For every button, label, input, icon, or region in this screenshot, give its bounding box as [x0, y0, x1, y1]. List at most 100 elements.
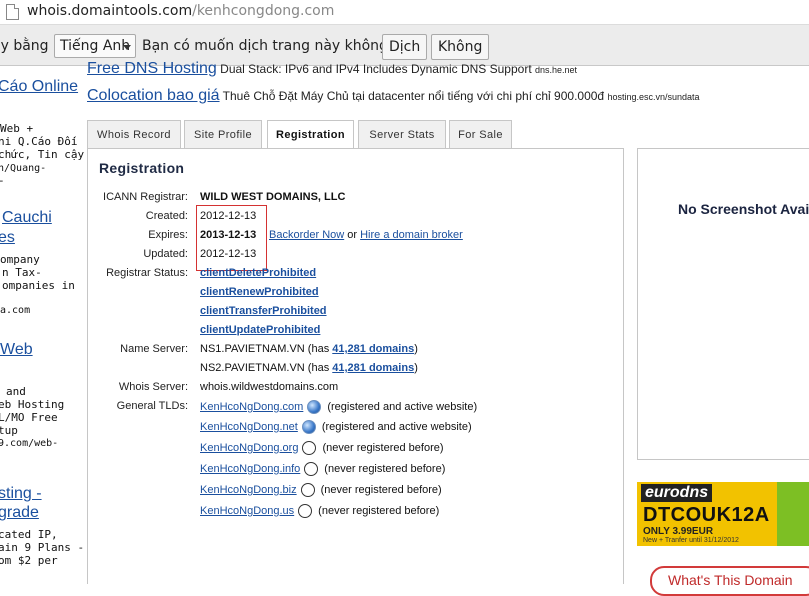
- top-ad-2: Colocation bao giá Thuê Chỗ Đặt Máy Chủ …: [87, 87, 700, 105]
- registration-heading: Registration: [99, 160, 185, 176]
- ad-text-1-1: ni Q.Cáo Đối: [0, 135, 78, 148]
- screenshot-box: No Screenshot Avai: [637, 148, 809, 460]
- url-path: /kenhcongdong.com: [192, 3, 335, 19]
- nameserver-pre: (has: [307, 362, 330, 374]
- ad-text-2-1: n Tax-: [2, 266, 42, 279]
- nameserver-post: ): [414, 362, 418, 374]
- language-label: Tiếng Anh: [60, 38, 131, 54]
- eurodns-banner[interactable]: eurodns DTCOUK12A ONLY 3.99EUR New + Tra…: [637, 482, 809, 546]
- url-text[interactable]: whois.domaintools.com/kenhcongdong.com: [27, 3, 334, 19]
- top-ad-1-link[interactable]: Free DNS Hosting: [87, 60, 217, 77]
- expires-actions: Backorder Now or Hire a domain broker: [269, 229, 463, 241]
- circle-icon: [304, 462, 319, 476]
- status-3: clientUpdateProhibited: [200, 324, 320, 336]
- ad-link-2b[interactable]: es: [0, 229, 15, 247]
- top-ad-2-link[interactable]: Colocation bao giá: [87, 87, 220, 104]
- ad-text-2-2: ompanies in: [2, 279, 75, 292]
- tld-row: KenHcoNgDong.com (registered and active w…: [200, 400, 477, 414]
- label-nameserver: Name Server:: [120, 343, 188, 355]
- globe-icon: [301, 420, 316, 434]
- banner-price: ONLY 3.99EUR: [643, 526, 714, 537]
- status-link[interactable]: clientUpdateProhibited: [200, 324, 320, 336]
- label-general-tlds: General TLDs:: [116, 400, 188, 412]
- language-select[interactable]: Tiếng Anh: [54, 34, 136, 58]
- status-0: clientDeleteProhibited: [200, 267, 316, 279]
- ad-text-3-2: L/MO Free: [0, 411, 58, 424]
- registrar-value: WILD WEST DOMAINS, LLC: [200, 191, 346, 203]
- top-ad-2-desc: Thuê Chỗ Đặt Máy Chủ tại datacenter nổi …: [222, 89, 605, 103]
- tab-registration[interactable]: Registration: [267, 120, 354, 150]
- ad-link-4a[interactable]: sting -: [0, 485, 42, 503]
- translate-question: Bạn có muốn dịch trang này không?: [142, 38, 396, 54]
- label-expires: Expires:: [148, 229, 188, 241]
- tab-whois-record[interactable]: Whois Record: [87, 120, 181, 148]
- status-1: clientRenewProhibited: [200, 286, 319, 298]
- tld-note: (registered and active website): [327, 400, 478, 413]
- ad-link-1[interactable]: Cáo Online: [0, 78, 78, 96]
- nameserver-count-link[interactable]: 41,281 domains: [332, 343, 414, 355]
- nameserver-2: NS2.PAVIETNAM.VN (has 41,281 domains): [200, 362, 418, 374]
- tld-link[interactable]: KenHcoNgDong.org: [200, 442, 298, 454]
- ad-text-2-0: ompany: [0, 253, 40, 266]
- or-text: or: [347, 229, 358, 241]
- tld-row: KenHcoNgDong.info (never registered befor…: [200, 462, 445, 476]
- nameserver-1: NS1.PAVIETNAM.VN (has 41,281 domains): [200, 343, 418, 355]
- banner-code: DTCOUK12A: [643, 504, 770, 526]
- tab-site-profile[interactable]: Site Profile: [184, 120, 262, 148]
- page-icon: [6, 4, 19, 20]
- tld-link[interactable]: KenHcoNgDong.com: [200, 401, 303, 413]
- no-translate-button[interactable]: Không: [431, 34, 490, 60]
- circle-icon: [300, 483, 315, 497]
- ad-text-3-4: 9.com/web-: [0, 438, 59, 449]
- created-value: 2012-12-13: [200, 210, 257, 222]
- no-screenshot-text: No Screenshot Avai: [678, 201, 809, 217]
- tab-for-sale[interactable]: For Sale: [449, 120, 512, 148]
- status-link[interactable]: clientRenewProhibited: [200, 286, 319, 298]
- tld-note: (never registered before): [318, 504, 440, 517]
- banner-green-block: [777, 482, 809, 546]
- nameserver-host: NS1.PAVIETNAM.VN: [200, 343, 305, 355]
- circle-icon: [302, 441, 317, 455]
- ad-text-4-1: ain 9 Plans -: [0, 541, 84, 554]
- tld-link[interactable]: KenHcoNgDong.us: [200, 505, 294, 517]
- ad-text-1-2: chức, Tin cậy: [0, 148, 84, 161]
- ad-link-4b[interactable]: grade: [0, 504, 39, 522]
- left-ads: Cáo Online Web + ni Q.Cáo Đối chức, Tin …: [0, 66, 84, 584]
- tld-note: (never registered before): [322, 441, 444, 454]
- ad-text-1-0: Web +: [0, 122, 34, 135]
- nameserver-pre: (has: [307, 343, 330, 355]
- tld-row: KenHcoNgDong.us (never registered before): [200, 504, 439, 518]
- tld-link[interactable]: KenHcoNgDong.biz: [200, 484, 297, 496]
- translate-prefix: ày bằng: [0, 38, 49, 54]
- label-registrar: ICANN Registrar:: [103, 191, 188, 203]
- label-updated: Updated:: [143, 248, 188, 260]
- dropdown-arrow-icon: [123, 45, 131, 50]
- label-status: Registrar Status:: [106, 267, 188, 279]
- status-link[interactable]: clientDeleteProhibited: [200, 267, 316, 279]
- translate-button[interactable]: Dịch: [382, 34, 428, 60]
- ad-link-3[interactable]: Web: [0, 341, 33, 359]
- whats-this-domain-button[interactable]: What's This Domain: [650, 566, 809, 596]
- ad-link-2a[interactable]: Cauchi: [2, 209, 52, 227]
- status-link[interactable]: clientTransferProhibited: [200, 305, 327, 317]
- backorder-link[interactable]: Backorder Now: [269, 229, 344, 241]
- tld-note: (never registered before): [320, 483, 442, 496]
- tld-row: KenHcoNgDong.biz (never registered before…: [200, 483, 442, 497]
- nameserver-host: NS2.PAVIETNAM.VN: [200, 362, 305, 374]
- tld-row: KenHcoNgDong.org (never registered before…: [200, 441, 444, 455]
- tld-note: (registered and active website): [321, 420, 472, 433]
- ad-text-4-0: cated IP,: [0, 528, 58, 541]
- status-2: clientTransferProhibited: [200, 305, 327, 317]
- tld-link[interactable]: KenHcoNgDong.info: [200, 463, 300, 475]
- hire-broker-link[interactable]: Hire a domain broker: [360, 229, 463, 241]
- circle-icon: [298, 504, 313, 518]
- address-bar[interactable]: whois.domaintools.com/kenhcongdong.com: [0, 0, 809, 25]
- nameserver-post: ): [414, 343, 418, 355]
- tld-link[interactable]: KenHcoNgDong.net: [200, 421, 298, 433]
- updated-value: 2012-12-13: [200, 248, 257, 260]
- tab-server-stats[interactable]: Server Stats: [358, 120, 446, 148]
- nameserver-count-link[interactable]: 41,281 domains: [332, 362, 414, 374]
- ad-text-4-2: om $2 per: [0, 554, 58, 567]
- globe-icon: [307, 400, 322, 414]
- eurodns-logo: eurodns: [641, 484, 713, 502]
